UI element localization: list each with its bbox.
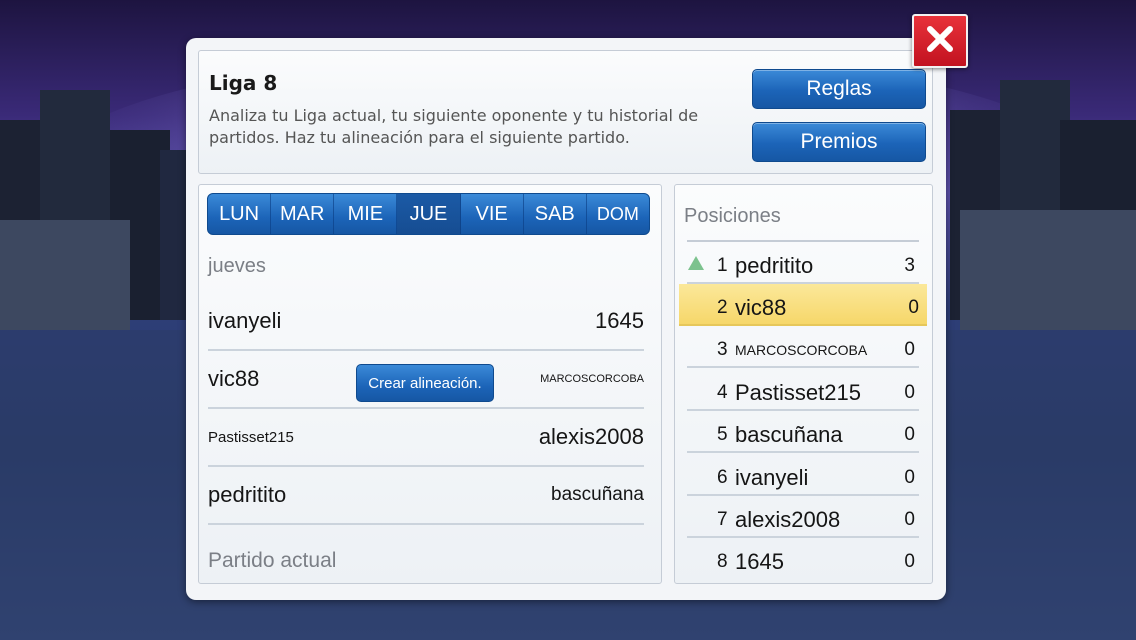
tab-monday[interactable]: LUN <box>208 194 272 234</box>
up-arrow-icon <box>687 255 705 276</box>
standings-row: 6 ivanyeli 0 <box>687 454 919 496</box>
match-row: pedritito bascuñana <box>208 467 644 525</box>
tab-thursday[interactable]: JUE <box>397 194 461 234</box>
tab-wednesday[interactable]: MIE <box>334 194 398 234</box>
standings-player: MARCOSCORCOBA <box>735 342 868 358</box>
standings-player: Pastisset215 <box>735 380 861 405</box>
standings-points: 0 <box>904 424 915 445</box>
create-lineup-button[interactable]: Crear alineación. <box>356 364 494 402</box>
standings-rank: 3 <box>717 339 728 360</box>
standings-row: 7 alexis2008 0 <box>687 496 919 538</box>
standings-row: 3 MARCOSCORCOBA 0 <box>687 326 919 368</box>
tab-sunday[interactable]: DOM <box>587 194 649 234</box>
standings-rank: 2 <box>717 297 728 318</box>
match-away-player: bascuñana <box>551 484 644 505</box>
standings-row-current-user: 2 vic88 0 <box>679 284 927 326</box>
standings-rank: 7 <box>717 509 728 530</box>
match-row: vic88 Crear alineación. MARCOSCORCOBA <box>208 351 644 409</box>
standings-row: 4 Pastisset215 0 <box>687 369 919 411</box>
standings-title: Posiciones <box>684 205 781 227</box>
close-x-icon <box>925 24 955 58</box>
standings-points: 0 <box>904 509 915 530</box>
league-dialog: Liga 8 Analiza tu Liga actual, tu siguie… <box>186 38 946 600</box>
standings-player: 1645 <box>735 549 784 574</box>
standings-points: 0 <box>904 382 915 403</box>
match-home-player: vic88 <box>208 366 260 391</box>
standings-points: 0 <box>908 297 919 318</box>
standings-row: 5 bascuñana 0 <box>687 411 919 453</box>
standings-row: 1 pedritito 3 <box>687 242 919 284</box>
close-button[interactable] <box>912 14 968 68</box>
standings-player: pedritito <box>735 253 814 278</box>
day-tabs: LUN MAR MIE JUE VIE SAB DOM <box>207 193 650 235</box>
match-home-player: Pastisset215 <box>208 428 294 446</box>
standings-player: ivanyeli <box>735 465 809 490</box>
standings-points: 0 <box>904 467 915 488</box>
standings-player: bascuñana <box>735 422 843 447</box>
standings-rank: 5 <box>717 424 728 445</box>
match-away-player: alexis2008 <box>538 424 644 449</box>
standings-points: 3 <box>904 255 915 276</box>
standings-row: 8 1645 0 <box>687 538 919 580</box>
standings-rank: 6 <box>717 467 728 488</box>
standings-rank: 4 <box>717 382 728 403</box>
tab-friday[interactable]: VIE <box>461 194 524 234</box>
match-row: Pastisset215 alexis2008 <box>208 409 644 467</box>
match-away-player: MARCOSCORCOBA <box>540 373 644 385</box>
match-away-player: 1645 <box>595 308 644 333</box>
league-description: Analiza tu Liga actual, tu siguiente opo… <box>209 106 699 147</box>
standings-rank: 1 <box>717 255 728 276</box>
league-title: Liga 8 <box>209 71 278 95</box>
match-row: ivanyeli 1645 <box>208 293 644 351</box>
tab-saturday[interactable]: SAB <box>524 194 587 234</box>
league-header: Liga 8 Analiza tu Liga actual, tu siguie… <box>198 50 933 174</box>
rules-button[interactable]: Reglas <box>752 69 926 109</box>
standings-player: vic88 <box>735 295 787 320</box>
standings-points: 0 <box>904 551 915 572</box>
match-home-player: ivanyeli <box>208 308 282 333</box>
standings-points: 0 <box>904 339 915 360</box>
standings-rank: 8 <box>717 551 728 572</box>
day-heading: jueves <box>208 255 266 277</box>
match-home-player: pedritito <box>208 482 287 507</box>
standings-player: alexis2008 <box>735 507 841 532</box>
standings-panel: Posiciones 1 pedritito 3 2 vic88 0 3 MAR… <box>674 184 933 584</box>
tab-tuesday[interactable]: MAR <box>271 194 335 234</box>
matches-panel: LUN MAR MIE JUE VIE SAB DOM jueves ivany… <box>198 184 662 584</box>
current-match-heading: Partido actual <box>208 549 337 572</box>
prizes-button[interactable]: Premios <box>752 122 926 162</box>
